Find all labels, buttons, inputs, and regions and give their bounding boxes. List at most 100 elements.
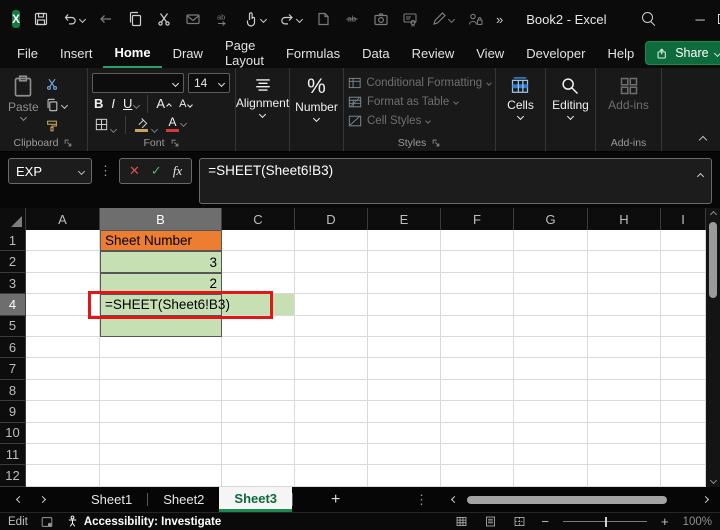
cell-E2[interactable] (368, 251, 441, 272)
italic-button[interactable]: I (111, 96, 115, 111)
qat-save-button[interactable] (33, 11, 49, 27)
collapse-formula-bar-button[interactable] (698, 167, 703, 182)
cell-E5[interactable] (368, 316, 441, 337)
column-header-F[interactable]: F (441, 208, 514, 230)
cell-I6[interactable] (661, 337, 706, 358)
cell-A8[interactable] (26, 380, 100, 401)
insert-function-button[interactable]: fx (173, 163, 182, 179)
search-button[interactable] (642, 12, 656, 26)
sheet-tab-sheet1[interactable]: Sheet1 (76, 487, 147, 512)
row-header-8[interactable]: 8 (0, 380, 26, 401)
row-header-1[interactable]: 1 (0, 230, 26, 251)
cell-D4[interactable] (295, 294, 368, 315)
qat-draw-button[interactable]: ab (344, 11, 360, 27)
cell-C7[interactable] (222, 358, 295, 379)
row-header-2[interactable]: 2 (0, 251, 26, 272)
underline-button[interactable]: U (123, 96, 139, 111)
cell-B8[interactable] (100, 380, 222, 401)
cell-C1[interactable] (222, 230, 295, 251)
cell-H11[interactable] (588, 444, 661, 465)
qat-new-file-button[interactable] (315, 11, 331, 27)
excel-logo-icon[interactable]: X (12, 10, 20, 28)
font-color-button[interactable]: A (166, 117, 186, 132)
cell-E3[interactable] (368, 273, 441, 294)
cell-A10[interactable] (26, 423, 100, 444)
cell-D12[interactable] (295, 465, 368, 486)
dialog-launcher-icon[interactable] (170, 138, 180, 148)
zoom-slider[interactable] (563, 517, 647, 527)
row-header-10[interactable]: 10 (0, 423, 26, 444)
cell-G6[interactable] (514, 337, 588, 358)
cell-E8[interactable] (368, 380, 441, 401)
cell-F12[interactable] (441, 465, 514, 486)
share-button[interactable]: Share (645, 41, 720, 65)
name-box[interactable]: EXP (8, 158, 92, 184)
dialog-launcher-icon[interactable] (431, 138, 441, 148)
cell-C8[interactable] (222, 380, 295, 401)
cell-E10[interactable] (368, 423, 441, 444)
cell-D7[interactable] (295, 358, 368, 379)
cell-G11[interactable] (514, 444, 588, 465)
cell-A11[interactable] (26, 444, 100, 465)
sheet-tab-sheet3[interactable]: Sheet3 (219, 487, 292, 512)
cell-H1[interactable] (588, 230, 661, 251)
qat-cut-button[interactable] (156, 11, 172, 27)
tab-review[interactable]: Review (401, 38, 466, 68)
zoom-slider-thumb[interactable] (605, 517, 608, 527)
cell-G2[interactable] (514, 251, 588, 272)
alignment-button[interactable]: Alignment (236, 73, 289, 117)
tab-formulas[interactable]: Formulas (275, 38, 351, 68)
cell-C4[interactable] (222, 294, 295, 315)
cell-H4[interactable] (588, 294, 661, 315)
cell-F8[interactable] (441, 380, 514, 401)
row-header-12[interactable]: 12 (0, 465, 26, 486)
cell-A5[interactable] (26, 316, 100, 337)
accessibility-status[interactable]: Accessibility: Investigate (66, 515, 221, 528)
number-button[interactable]: % Number (295, 73, 338, 121)
row-header-7[interactable]: 7 (0, 358, 26, 379)
cell-I12[interactable] (661, 465, 706, 486)
tab-data[interactable]: Data (351, 38, 400, 68)
scroll-left-icon[interactable] (451, 496, 458, 503)
cell-C5[interactable] (222, 316, 295, 337)
tab-view[interactable]: View (465, 38, 515, 68)
new-sheet-button[interactable]: + (315, 487, 356, 512)
zoom-level[interactable]: 100% (683, 516, 712, 528)
format-as-table-button[interactable]: Format as Table (348, 92, 491, 111)
cell-C2[interactable] (222, 251, 295, 272)
cell-B6[interactable] (100, 337, 222, 358)
qat-pen-button[interactable] (431, 11, 454, 27)
qat-copy-button[interactable] (127, 11, 143, 27)
cell-A4[interactable] (26, 294, 100, 315)
cell-A1[interactable] (26, 230, 100, 251)
formula-input[interactable]: =SHEET(Sheet6!B3) (199, 158, 712, 204)
cell-H6[interactable] (588, 337, 661, 358)
cut-button[interactable] (45, 75, 67, 93)
tab-developer[interactable]: Developer (515, 38, 596, 68)
cell-C11[interactable] (222, 444, 295, 465)
cell-G9[interactable] (514, 401, 588, 422)
cell-G8[interactable] (514, 380, 588, 401)
row-header-9[interactable]: 9 (0, 401, 26, 422)
cell-B9[interactable] (100, 401, 222, 422)
cell-E7[interactable] (368, 358, 441, 379)
normal-view-button[interactable] (454, 515, 469, 528)
cell-H8[interactable] (588, 380, 661, 401)
font-name-combobox[interactable] (92, 73, 184, 93)
cell-F6[interactable] (441, 337, 514, 358)
cell-I1[interactable] (661, 230, 706, 251)
cell-B10[interactable] (100, 423, 222, 444)
cell-E9[interactable] (368, 401, 441, 422)
cell-F11[interactable] (441, 444, 514, 465)
page-layout-view-button[interactable] (483, 515, 498, 528)
column-header-C[interactable]: C (222, 208, 295, 230)
cell-F3[interactable] (441, 273, 514, 294)
cell-D6[interactable] (295, 337, 368, 358)
previous-sheet-button[interactable] (8, 487, 31, 512)
tab-help[interactable]: Help (596, 38, 645, 68)
cell-H9[interactable] (588, 401, 661, 422)
increase-font-button[interactable]: A (156, 96, 171, 111)
cell-D10[interactable] (295, 423, 368, 444)
column-header-B[interactable]: B (100, 208, 222, 230)
horizontal-scrollbar[interactable] (467, 495, 693, 505)
